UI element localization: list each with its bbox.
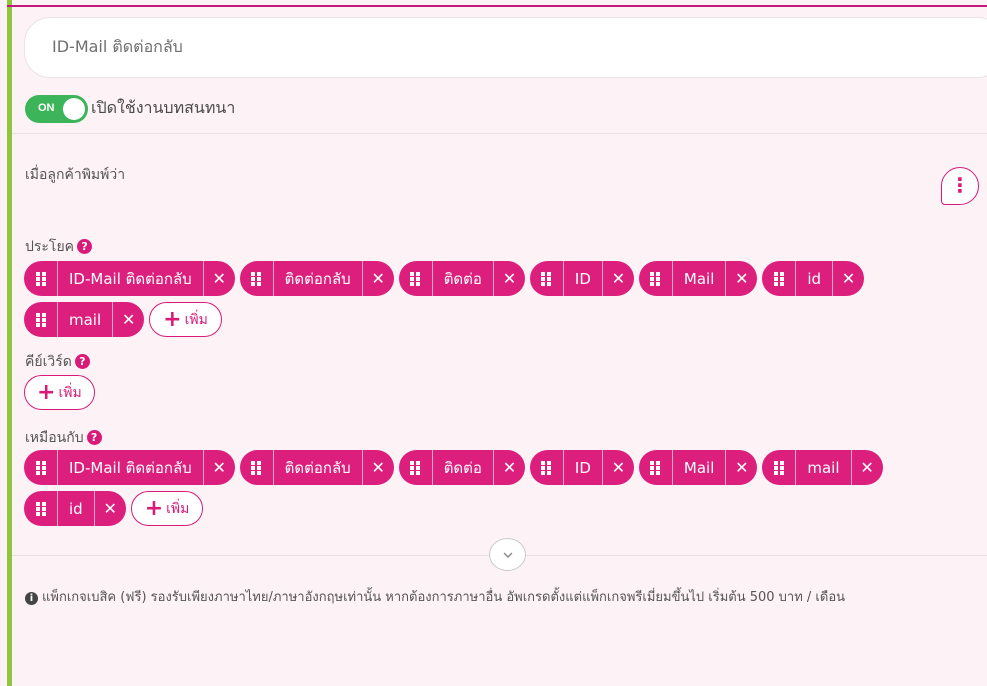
phrase-chip-label: mail	[796, 450, 852, 485]
drag-handle-icon[interactable]	[399, 261, 433, 296]
similar-label-text: เหมือนกับ	[25, 430, 84, 446]
drag-handle-icon[interactable]	[762, 450, 797, 485]
package-note: i แพ็กเกจเบสิค (ฟรี) รองรับเพียงภาษาไทย/ภ…	[25, 586, 845, 607]
close-icon[interactable]: ✕	[95, 491, 126, 526]
phrase-chip[interactable]: ID-Mail ติดต่อกลับ ✕	[24, 450, 235, 485]
phrase-chip[interactable]: mail ✕	[762, 450, 883, 485]
drag-handle-icon[interactable]	[639, 450, 673, 485]
plus-icon: +	[37, 379, 56, 405]
phrase-chip-label: ID-Mail ติดต่อกลับ	[58, 450, 204, 485]
phrase-chip[interactable]: Mail ✕	[638, 450, 758, 485]
left-accent-bar	[7, 0, 12, 686]
phrase-chip-label: ติดต่อกลับ	[274, 261, 363, 296]
plus-icon: +	[163, 306, 182, 332]
info-circle-icon: i	[25, 592, 38, 605]
phrase-chip-label: ติดต่อกลับ	[274, 450, 363, 485]
phrase-chip[interactable]: mail ✕	[24, 302, 145, 337]
toggle-state-label: ON	[38, 102, 55, 114]
phrase-chip[interactable]: ID-Mail ติดต่อกลับ ✕	[24, 261, 235, 296]
drag-handle-icon[interactable]	[24, 450, 58, 485]
close-icon[interactable]: ✕	[726, 450, 757, 485]
close-icon[interactable]: ✕	[603, 261, 634, 296]
question-circle-icon[interactable]: ?	[74, 354, 90, 369]
chevron-down-icon	[503, 552, 512, 558]
keywords-label: คีย์เวิร์ด?	[25, 351, 90, 373]
add-keyword-label: เพิ่ม	[58, 384, 82, 401]
phrase-chip[interactable]: ติดต่อ ✕	[398, 261, 525, 296]
question-circle-icon[interactable]: ?	[86, 430, 102, 445]
phrase-chip-label: ติดต่อ	[433, 261, 494, 296]
phrase-chip-label: ID	[564, 450, 603, 485]
sentences-chip-list: ID-Mail ติดต่อกลับ ✕ ติดต่อกลับ ✕ ติดต่อ ✕ ID ✕…	[24, 261, 924, 337]
close-icon[interactable]: ✕	[726, 261, 757, 296]
drag-handle-icon[interactable]	[240, 450, 274, 485]
phrase-chip-label: Mail	[673, 450, 727, 485]
phrase-chip-label: ID-Mail ติดต่อกลับ	[58, 261, 204, 296]
drag-handle-icon[interactable]	[530, 261, 564, 296]
plus-icon: +	[144, 495, 164, 521]
add-phrase-label: เพิ่ม	[166, 500, 190, 517]
phrase-chip-label: ติดต่อ	[433, 450, 494, 485]
phrase-chip[interactable]: id ✕	[24, 491, 126, 526]
drag-handle-icon[interactable]	[399, 450, 433, 485]
phrase-chip[interactable]: ติดต่อ ✕	[398, 450, 525, 485]
phrase-chip[interactable]: ติดต่อกลับ ✕	[239, 261, 394, 296]
close-icon[interactable]: ✕	[113, 302, 144, 337]
drag-handle-icon[interactable]	[639, 261, 673, 296]
sentences-label-text: ประโยค	[25, 239, 75, 255]
toggle-knob	[63, 98, 85, 120]
close-icon[interactable]: ✕	[603, 450, 634, 485]
vertical-dots-icon: ⋮	[950, 173, 970, 197]
enable-conversation-label: เปิดใช้งานบทสนทนา	[91, 98, 236, 117]
drag-handle-icon[interactable]	[530, 450, 564, 485]
sentences-label: ประโยค?	[25, 236, 93, 258]
question-circle-icon[interactable]: ?	[77, 239, 93, 254]
drag-handle-icon[interactable]	[24, 302, 58, 337]
add-phrase-button[interactable]: + เพิ่ม	[149, 302, 222, 337]
similar-label: เหมือนกับ?	[25, 427, 102, 449]
close-icon[interactable]: ✕	[494, 450, 525, 485]
drag-handle-icon[interactable]	[24, 491, 58, 526]
similar-chip-list: ID-Mail ติดต่อกลับ ✕ ติดต่อกลับ ✕ ติดต่อ ✕ ID ✕…	[24, 450, 944, 526]
phrase-chip[interactable]: id ✕	[762, 261, 865, 296]
phrase-chip-label: id	[796, 261, 834, 296]
trigger-section-label: เมื่อลูกค้าพิมพ์ว่า	[25, 167, 126, 183]
close-icon[interactable]: ✕	[363, 450, 394, 485]
close-icon[interactable]: ✕	[833, 261, 864, 296]
keywords-chip-list: + เพิ่ม	[24, 375, 95, 410]
add-phrase-button[interactable]: + เพิ่ม	[130, 491, 204, 526]
close-icon[interactable]: ✕	[363, 261, 394, 296]
close-icon[interactable]: ✕	[204, 450, 235, 485]
more-options-button[interactable]: ⋮	[941, 167, 979, 205]
phrase-chip[interactable]: ติดต่อกลับ ✕	[239, 450, 394, 485]
drag-handle-icon[interactable]	[762, 261, 797, 296]
phrase-chip[interactable]: ID ✕	[529, 261, 634, 296]
add-phrase-label: เพิ่ม	[184, 311, 208, 328]
phrase-chip-label: Mail	[673, 261, 727, 296]
phrase-chip-label: mail	[58, 302, 114, 337]
close-icon[interactable]: ✕	[494, 261, 525, 296]
phrase-chip[interactable]: Mail ✕	[638, 261, 758, 296]
keywords-label-text: คีย์เวิร์ด	[25, 354, 72, 370]
expand-button[interactable]	[489, 538, 526, 571]
package-note-text: แพ็กเกจเบสิค (ฟรี) รองรับเพียงภาษาไทย/ภา…	[42, 590, 846, 605]
add-keyword-button[interactable]: + เพิ่ม	[24, 375, 95, 410]
top-accent-line	[7, 5, 987, 7]
enable-conversation-toggle[interactable]: ON	[25, 95, 88, 123]
phrase-chip-label: id	[58, 491, 95, 526]
phrase-chip-label: ID	[564, 261, 603, 296]
divider	[12, 133, 987, 134]
drag-handle-icon[interactable]	[24, 261, 58, 296]
close-icon[interactable]: ✕	[852, 450, 883, 485]
intent-title-input[interactable]	[24, 17, 987, 78]
drag-handle-icon[interactable]	[240, 261, 274, 296]
close-icon[interactable]: ✕	[204, 261, 235, 296]
phrase-chip[interactable]: ID ✕	[529, 450, 634, 485]
